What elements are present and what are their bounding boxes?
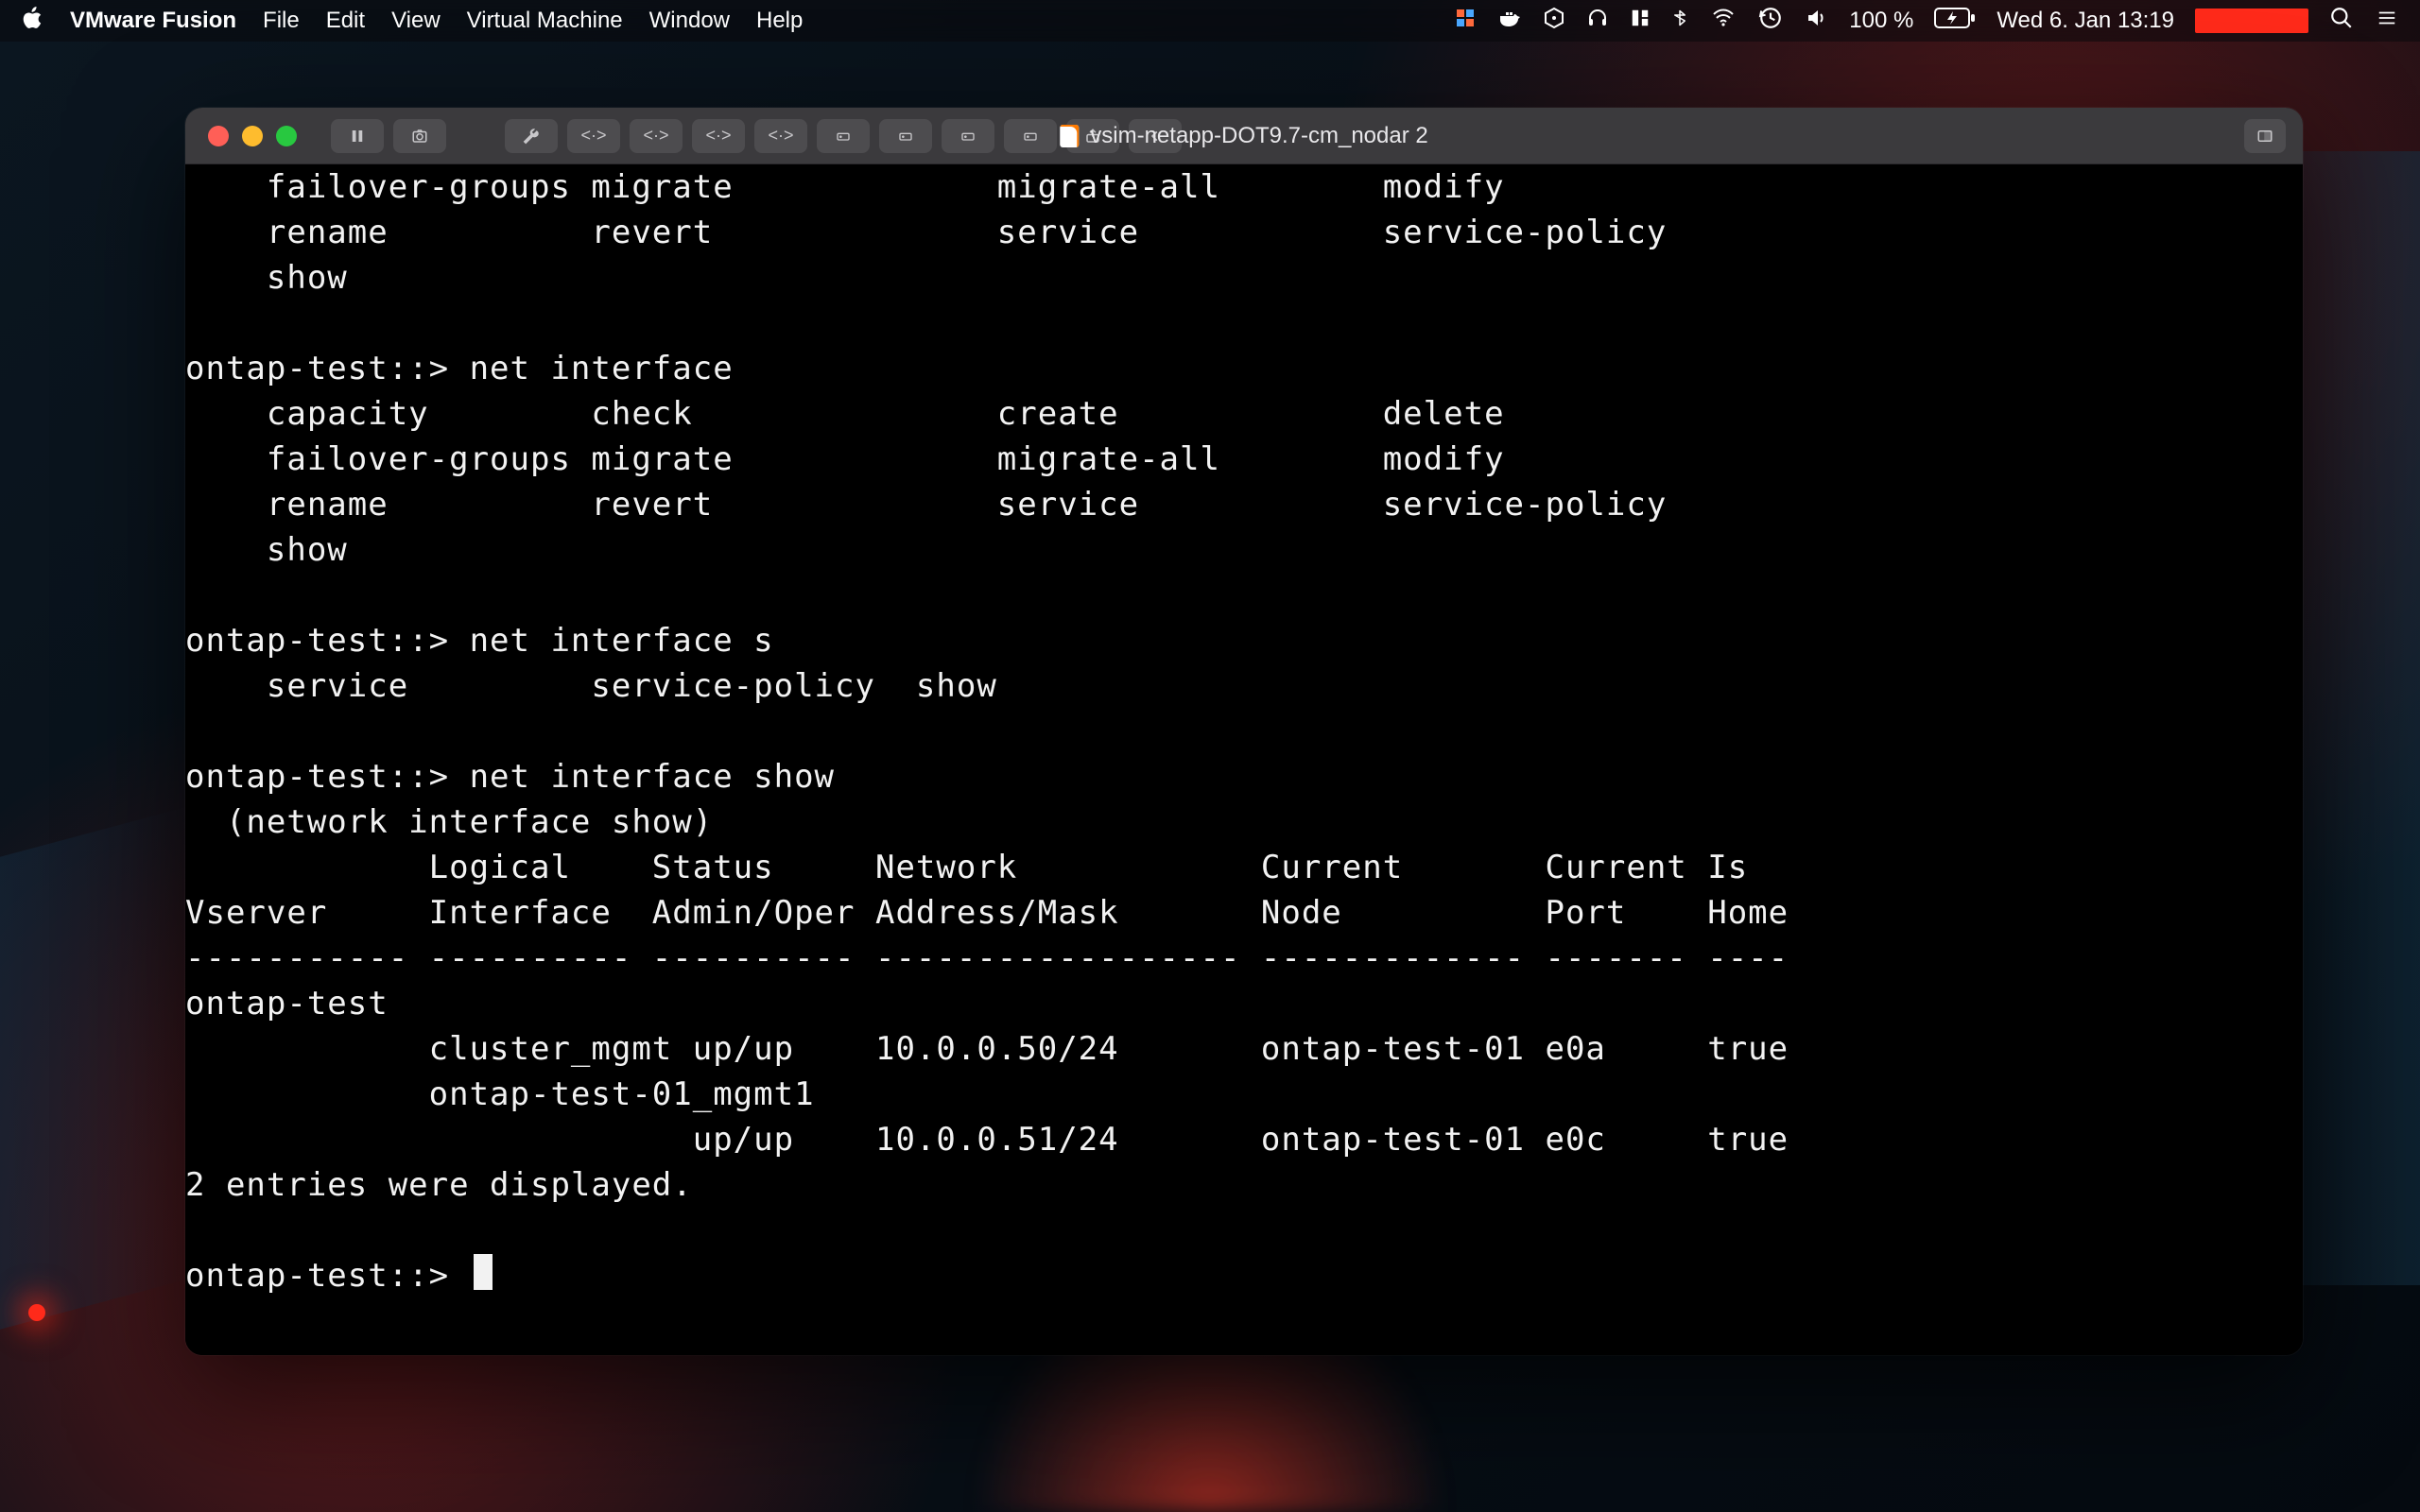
term-footer: 2 entries were displayed. <box>185 1166 693 1204</box>
grid-icon[interactable] <box>1630 8 1651 35</box>
spotlight-icon[interactable] <box>2329 6 2354 37</box>
term-line: show <box>185 259 348 297</box>
table-row: up/up 10.0.0.51/24 ontap-test-01 e0c tru… <box>185 1121 1789 1159</box>
menu-edit[interactable]: Edit <box>326 8 365 34</box>
term-line: rename revert service service-policy <box>185 214 1667 251</box>
menu-help[interactable]: Help <box>756 8 803 34</box>
toolbar-net-3[interactable]: <·> <box>692 119 745 153</box>
term-line: (network interface show) <box>185 803 713 841</box>
menu-view[interactable]: View <box>391 8 441 34</box>
table-vserver: ontap-test <box>185 985 389 1022</box>
term-line: failover-groups migrate migrate-all modi… <box>185 168 1505 206</box>
docker-icon[interactable] <box>1497 7 1522 36</box>
table-header: Logical Status Network Current Current I… <box>185 849 1748 886</box>
toolbar-net-2[interactable]: <·> <box>630 119 683 153</box>
term-prompt-active: ontap-test::> <box>185 1257 470 1295</box>
toolbar-pause-button[interactable] <box>331 119 384 153</box>
battery-text: 100 % <box>1849 8 1913 34</box>
toolbar-disk-1[interactable] <box>817 119 870 153</box>
timemachine-icon[interactable] <box>1758 6 1783 37</box>
menubar-clock[interactable]: Wed 6. Jan 13:19 <box>1996 8 2174 34</box>
term-prompt: ontap-test::> net interface show <box>185 758 835 796</box>
menu-file[interactable]: File <box>263 8 300 34</box>
battery-icon[interactable] <box>1934 8 1976 35</box>
window-minimize-button[interactable] <box>242 126 263 146</box>
term-line: show <box>185 531 348 569</box>
apple-menu[interactable] <box>21 5 43 38</box>
volume-icon[interactable] <box>1804 7 1828 36</box>
window-titlebar[interactable]: <·> <·> <·> <·> vsim-netapp-DOT9.7-cm_no… <box>185 108 2303 164</box>
term-prompt: ontap-test::> net interface s <box>185 622 774 660</box>
term-prompt: ontap-test::> net interface <box>185 350 734 387</box>
menubar-app-name[interactable]: VMware Fusion <box>70 8 236 34</box>
menubar-user-redacted <box>2195 9 2308 33</box>
toolbar-snapshot-button[interactable] <box>393 119 446 153</box>
table-divider: ----------- ---------- ---------- ------… <box>185 939 1789 977</box>
window-title: vsim-netapp-DOT9.7-cm_nodar 2 <box>1090 123 1427 149</box>
hex-icon[interactable] <box>1543 7 1565 36</box>
status-icon-1[interactable] <box>1454 7 1477 36</box>
vm-console-terminal[interactable]: failover-groups migrate migrate-all modi… <box>185 164 2303 1355</box>
toolbar-fullscreen-button[interactable] <box>2244 119 2286 153</box>
window-zoom-button[interactable] <box>276 126 297 146</box>
toolbar-net-1[interactable]: <·> <box>567 119 620 153</box>
vmware-window: <·> <·> <·> <·> vsim-netapp-DOT9.7-cm_no… <box>185 108 2303 1355</box>
term-line: service service-policy show <box>185 667 997 705</box>
wifi-icon[interactable] <box>1709 7 1737 36</box>
menu-virtual-machine[interactable]: Virtual Machine <box>467 8 623 34</box>
term-line: capacity check create delete <box>185 395 1505 433</box>
table-row: ontap-test-01_mgmt1 <box>185 1075 815 1113</box>
toolbar-disk-2[interactable] <box>879 119 932 153</box>
window-doc-icon <box>1060 125 1079 147</box>
macos-menubar: VMware Fusion File Edit View Virtual Mac… <box>0 0 2420 42</box>
toolbar-net-4[interactable]: <·> <box>754 119 807 153</box>
term-line: rename revert service service-policy <box>185 486 1667 524</box>
control-center-icon[interactable] <box>2375 8 2399 35</box>
window-close-button[interactable] <box>208 126 229 146</box>
toolbar-disk-4[interactable] <box>1004 119 1057 153</box>
menu-window[interactable]: Window <box>649 8 730 34</box>
terminal-cursor <box>474 1254 493 1290</box>
toolbar-wrench-button[interactable] <box>505 119 558 153</box>
term-line: failover-groups migrate migrate-all modi… <box>185 440 1505 478</box>
headphones-icon[interactable] <box>1586 7 1609 36</box>
window-traffic-lights <box>208 126 297 146</box>
bluetooth-icon[interactable] <box>1671 6 1688 37</box>
toolbar-disk-3[interactable] <box>942 119 994 153</box>
table-row: cluster_mgmt up/up 10.0.0.50/24 ontap-te… <box>185 1030 1789 1068</box>
table-header: Vserver Interface Admin/Oper Address/Mas… <box>185 894 1789 932</box>
